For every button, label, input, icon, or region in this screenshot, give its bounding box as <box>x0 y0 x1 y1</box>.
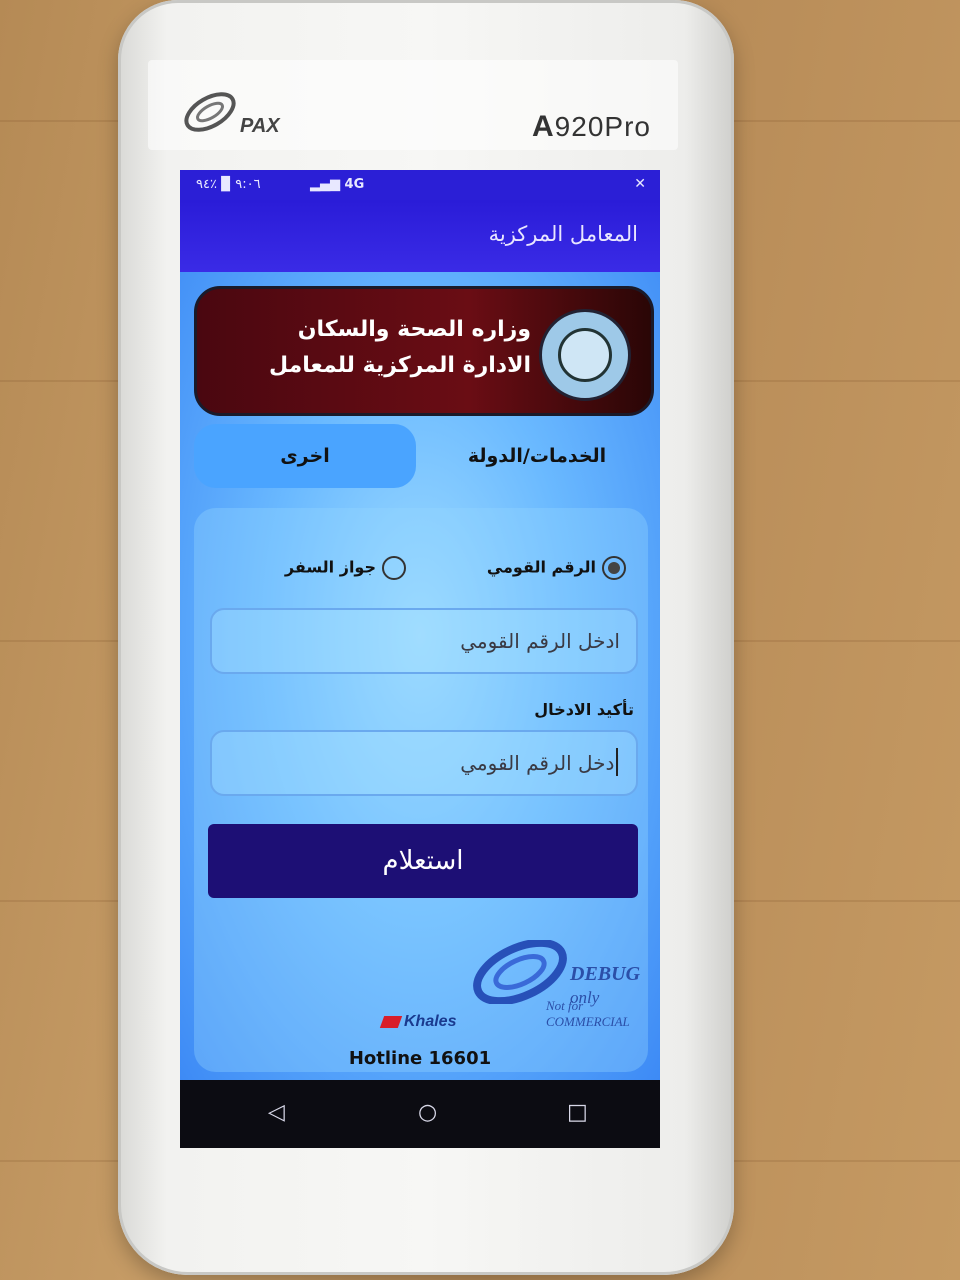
radio-unchecked-icon <box>382 556 406 580</box>
device-model: A920Pro <box>532 110 651 143</box>
status-bar: ٩:٠٦ ▉ ٪٩٤ ▂▄▆ 4G ✕ <box>180 170 660 200</box>
tab-bar: اخرى الخدمات/الدولة <box>194 424 648 490</box>
android-nav-bar: ◁ ○ □ <box>180 1080 660 1148</box>
confirm-field <box>210 730 638 796</box>
radio-passport[interactable]: جواز السفر <box>285 556 406 586</box>
pax-brand: PAX <box>240 115 280 137</box>
banner-line2: الادارة المركزية للمعامل <box>269 353 531 378</box>
banner-line1: وزاره الصحة والسكان <box>297 317 531 342</box>
hotline-text: Hotline 16601 <box>348 1048 492 1069</box>
tab-other[interactable]: اخرى <box>194 424 416 488</box>
national-id-input[interactable] <box>212 610 636 672</box>
recent-apps-icon[interactable]: □ <box>567 1100 588 1125</box>
radio-national-id[interactable]: الرقم القومي <box>487 556 626 586</box>
radio-checked-icon <box>602 556 626 580</box>
form-card: الرقم القومي جواز السفر تأكيد الادخال اس… <box>194 508 648 1072</box>
confirm-national-id-input[interactable] <box>212 732 636 794</box>
app-bar: المعامل المركزية <box>180 200 660 272</box>
status-time-battery: ٩:٠٦ ▉ ٪٩٤ <box>196 177 261 192</box>
back-icon[interactable]: ◁ <box>268 1100 285 1125</box>
signal-4g: ▂▄▆ 4G <box>310 177 365 192</box>
text-cursor <box>616 748 618 776</box>
home-icon[interactable]: ○ <box>418 1100 437 1125</box>
pax-logo-icon <box>184 92 236 132</box>
tab-gov-services[interactable]: الخدمات/الدولة <box>426 424 648 488</box>
page-title: المعامل المركزية <box>488 222 638 246</box>
khales-mark-icon <box>379 1015 403 1028</box>
pos-screen: ٩:٠٦ ▉ ٪٩٤ ▂▄▆ 4G ✕ المعامل المركزية وزا… <box>180 170 660 1148</box>
inquiry-button[interactable]: استعلام <box>208 824 638 898</box>
x-icon: ✕ <box>634 176 646 192</box>
national-id-field <box>210 608 638 674</box>
debug-subtitle: Not for COMMERCIAL <box>546 998 630 1029</box>
debug-logo-icon <box>473 940 567 1004</box>
main-content: وزاره الصحة والسكان الادارة المركزية للم… <box>180 272 660 1080</box>
ministry-seal-icon <box>539 309 631 401</box>
khales-logo: Khales <box>379 1013 456 1031</box>
ministry-banner: وزاره الصحة والسكان الادارة المركزية للم… <box>194 286 654 416</box>
confirm-label: تأكيد الادخال <box>534 700 634 719</box>
